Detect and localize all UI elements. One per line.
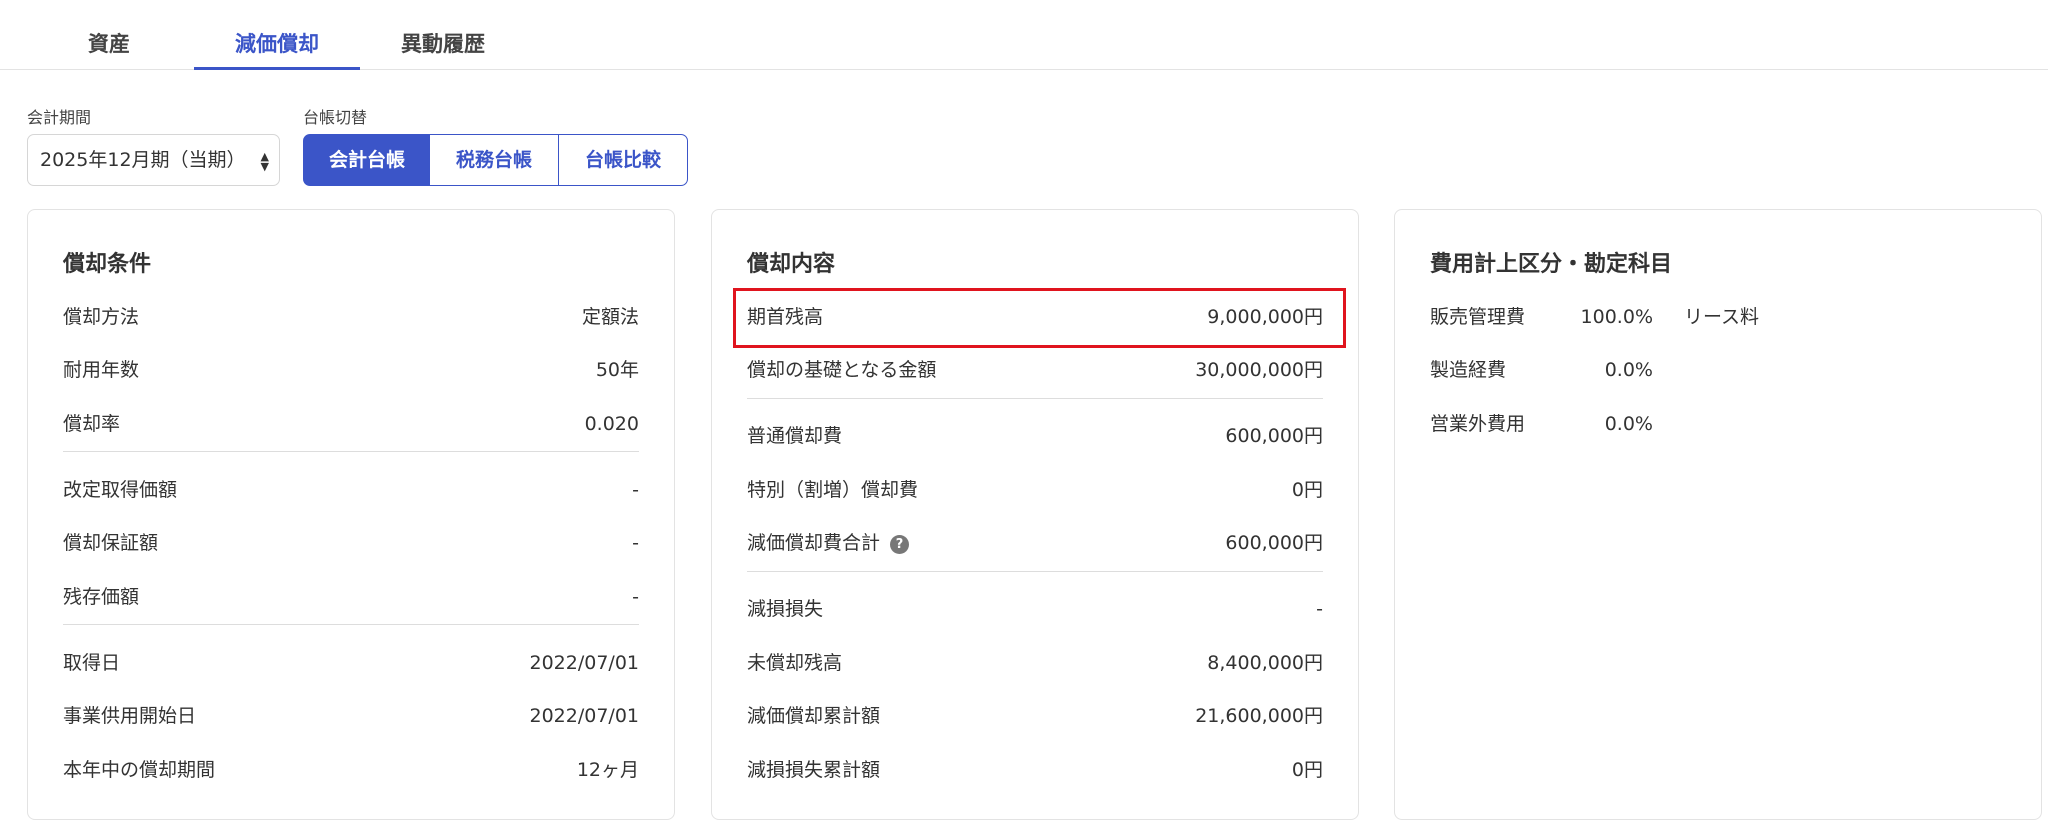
condition-row: 残存価額 -: [63, 582, 639, 612]
detail-label: 特別（割増）償却費: [747, 479, 919, 501]
condition-row: 償却方法 定額法: [63, 302, 639, 332]
tab-depreciation[interactable]: 減価償却: [194, 0, 360, 70]
detail-label: 普通償却費: [747, 425, 843, 447]
details-title: 償却内容: [747, 252, 836, 277]
conditions-title: 償却条件: [63, 252, 152, 277]
expense-percent: 0.0%: [1604, 413, 1653, 435]
detail-row: 未償却残高 8,400,000円: [747, 648, 1323, 678]
detail-label: 償却の基礎となる金額: [747, 359, 937, 381]
detail-value: 600,000円: [1225, 532, 1323, 554]
expense-label: 販売管理費: [1430, 306, 1526, 328]
condition-label: 耐用年数: [63, 359, 140, 381]
detail-row: 減価償却費合計? 600,000円: [747, 528, 1323, 558]
condition-value: -: [632, 586, 639, 608]
detail-value: 0円: [1291, 479, 1323, 501]
help-icon[interactable]: ?: [890, 535, 910, 554]
detail-row: 償却の基礎となる金額 30,000,000円: [747, 355, 1323, 385]
divider: [63, 451, 639, 452]
detail-row: 減損損失 -: [747, 594, 1323, 624]
condition-label: 償却保証額: [63, 532, 159, 554]
expense-percent: 100.0%: [1580, 306, 1653, 328]
condition-label: 改定取得価額: [63, 479, 178, 501]
detail-row: 減損損失累計額 0円: [747, 755, 1323, 785]
condition-row: 事業供用開始日 2022/07/01: [63, 701, 639, 731]
period-label: 会計期間: [27, 108, 92, 127]
condition-value: 2022/07/01: [529, 705, 639, 727]
condition-row: 償却率 0.020: [63, 409, 639, 439]
condition-label: 償却方法: [63, 306, 140, 328]
detail-label: 期首残高: [747, 306, 824, 328]
detail-row: 普通償却費 600,000円: [747, 421, 1323, 451]
expense-row: 販売管理費 100.0% リース料: [1430, 302, 1930, 332]
detail-value: -: [1316, 598, 1323, 620]
condition-row: 償却保証額 -: [63, 528, 639, 558]
tab-change-history[interactable]: 異動履歴: [360, 0, 526, 70]
condition-label: 本年中の償却期間: [63, 759, 216, 781]
tab-assets[interactable]: 資産: [26, 0, 192, 70]
expense-account: リース料: [1684, 306, 1760, 328]
sort-arrows-icon: ▲ ▼: [260, 150, 269, 173]
condition-label: 償却率: [63, 413, 121, 435]
period-select-value: 2025年12月期（当期）: [40, 149, 246, 171]
condition-row: 取得日 2022/07/01: [63, 648, 639, 678]
detail-value: 0円: [1291, 759, 1323, 781]
condition-value: -: [632, 479, 639, 501]
detail-label: 減価償却費合計?: [747, 528, 910, 558]
detail-label: 未償却残高: [747, 652, 843, 674]
ledger-compare-button[interactable]: 台帳比較: [558, 134, 688, 186]
expense-card: 費用計上区分・勘定科目 販売管理費 100.0% リース料 製造経費 0.0% …: [1394, 209, 2042, 820]
condition-value: 2022/07/01: [529, 652, 639, 674]
condition-value: 0.020: [584, 413, 639, 435]
condition-label: 取得日: [63, 652, 121, 674]
details-card: 償却内容 期首残高 9,000,000円 償却の基礎となる金額 30,000,0…: [711, 209, 1359, 820]
detail-label: 減損損失累計額: [747, 759, 881, 781]
expense-title: 費用計上区分・勘定科目: [1430, 252, 1673, 277]
detail-value: 21,600,000円: [1195, 705, 1323, 727]
detail-value: 9,000,000円: [1207, 306, 1323, 328]
condition-label: 事業供用開始日: [63, 705, 197, 727]
condition-row: 耐用年数 50年: [63, 355, 639, 385]
detail-value: 8,400,000円: [1207, 652, 1323, 674]
detail-label-text: 減価償却費合計: [747, 532, 881, 554]
condition-value: -: [632, 532, 639, 554]
condition-row: 本年中の償却期間 12ヶ月: [63, 755, 639, 785]
condition-value: 12ヶ月: [576, 759, 639, 781]
period-select[interactable]: 2025年12月期（当期） ▲ ▼: [27, 134, 280, 186]
detail-row: 特別（割増）償却費 0円: [747, 475, 1323, 505]
detail-value: 600,000円: [1225, 425, 1323, 447]
divider: [747, 571, 1323, 572]
condition-label: 残存価額: [63, 586, 140, 608]
expense-percent: 0.0%: [1604, 359, 1653, 381]
detail-row-opening-balance: 期首残高 9,000,000円: [747, 302, 1323, 332]
tab-bar: 資産 減価償却 異動履歴: [0, 0, 2048, 70]
detail-row: 減価償却累計額 21,600,000円: [747, 701, 1323, 731]
condition-value: 50年: [595, 359, 639, 381]
detail-label: 減損損失: [747, 598, 824, 620]
expense-row: 営業外費用 0.0%: [1430, 409, 1930, 439]
divider: [747, 398, 1323, 399]
expense-label: 営業外費用: [1430, 413, 1526, 435]
ledger-label: 台帳切替: [303, 108, 368, 127]
condition-value: 定額法: [581, 306, 639, 328]
expense-row: 製造経費 0.0%: [1430, 355, 1930, 385]
detail-label: 減価償却累計額: [747, 705, 881, 727]
conditions-card: 償却条件 償却方法 定額法 耐用年数 50年 償却率 0.020 改定取得価額 …: [27, 209, 675, 820]
expense-label: 製造経費: [1430, 359, 1507, 381]
condition-row: 改定取得価額 -: [63, 475, 639, 505]
detail-value: 30,000,000円: [1195, 359, 1323, 381]
ledger-tax-button[interactable]: 税務台帳: [430, 134, 559, 186]
ledger-accounting-button[interactable]: 会計台帳: [303, 134, 431, 186]
divider: [63, 624, 639, 625]
